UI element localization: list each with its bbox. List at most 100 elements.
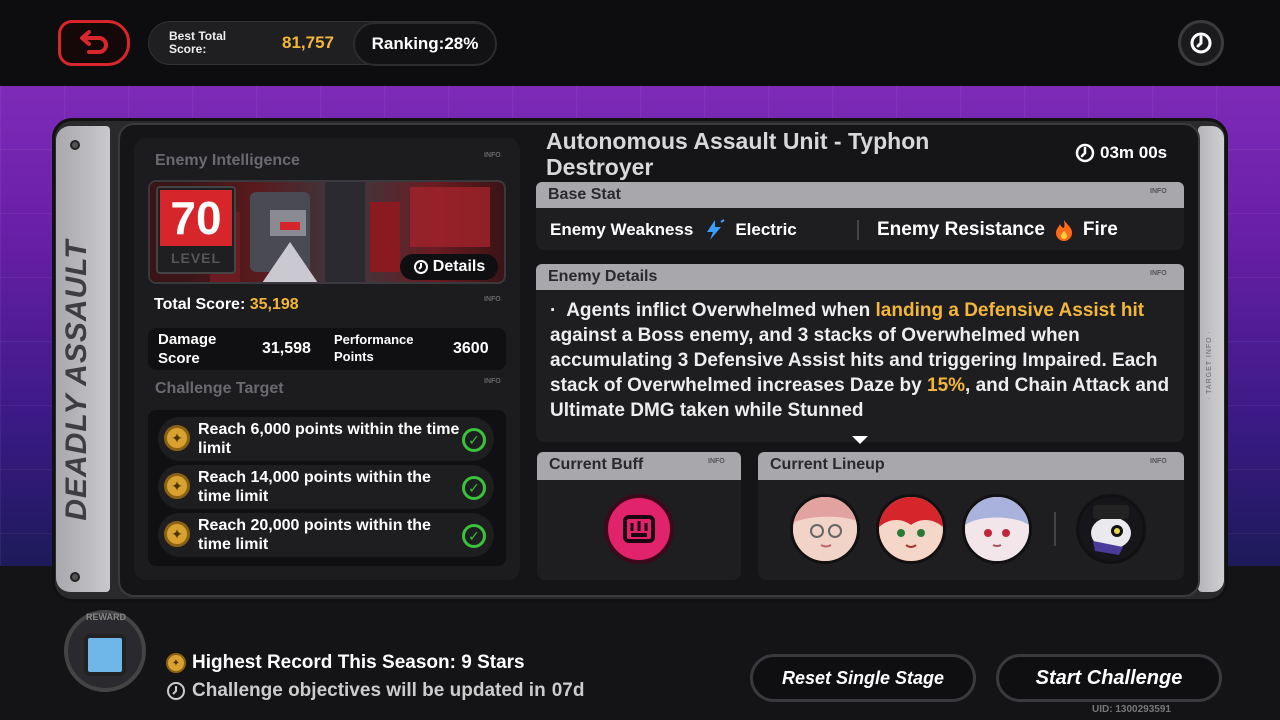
challenge-target-text: Reach 14,000 points within the time limi… — [198, 469, 431, 505]
level-badge: 70 LEVEL — [156, 186, 236, 274]
bangboo-portrait-icon — [1079, 497, 1143, 561]
check-icon: ✓ — [462, 476, 486, 500]
info-tag: INFO — [708, 458, 725, 465]
agent-portrait-icon — [879, 497, 943, 561]
info-tag: INFO — [484, 152, 501, 159]
enemy-details-title: Enemy Details — [548, 268, 658, 285]
uid-label: UID: 1300293591 — [1092, 704, 1171, 715]
damage-score-label: Damage Score — [158, 331, 217, 367]
right-strip-label: · TARGET INFO · — [1206, 330, 1213, 400]
lineup-divider — [1054, 512, 1056, 546]
enemy-details-header: Enemy Details — [536, 264, 1184, 290]
current-lineup-header: Current Lineup — [758, 452, 1184, 480]
challenge-target-title: Challenge Target — [155, 380, 284, 397]
info-tag: INFO — [484, 296, 501, 303]
agent-avatar-3[interactable] — [962, 494, 1032, 564]
bangboo-avatar[interactable] — [1076, 494, 1146, 564]
side-title: DEADLY ASSAULT — [60, 239, 93, 521]
agent-portrait-icon — [965, 497, 1029, 561]
info-tag: INFO — [1150, 270, 1167, 277]
star-icon: ✦ — [164, 521, 190, 547]
bolt-icon — [70, 140, 80, 150]
agent-portrait-icon — [793, 497, 857, 561]
total-score: Total Score: 35,198 — [154, 296, 299, 314]
scroll-down-icon[interactable] — [852, 436, 868, 444]
check-icon: ✓ — [462, 524, 486, 548]
details-highlight: landing a Defensive Assist hit — [875, 300, 1145, 321]
check-icon: ✓ — [462, 428, 486, 452]
best-score-value: 81,757 — [282, 33, 334, 52]
enemy-resistance: Enemy Resistance Fire — [877, 218, 1118, 242]
score-breakdown: Damage Score 31,598 Performance Points 3… — [148, 328, 506, 370]
resistance-label: Enemy Resistance — [877, 219, 1045, 240]
time-limit: 03m 00s — [1074, 142, 1167, 164]
clock-icon — [1075, 143, 1095, 163]
weakness-value: Electric — [735, 220, 797, 239]
buff-icon[interactable] — [604, 494, 674, 564]
challenge-targets: ✦ Reach 6,000 points within the time lim… — [148, 410, 506, 566]
reward-label: REWARD — [86, 612, 126, 622]
fist-icon — [623, 515, 655, 543]
agent-avatar-2[interactable] — [876, 494, 946, 564]
total-score-value: 35,198 — [249, 296, 299, 313]
details-highlight: 15% — [927, 375, 966, 396]
objectives-text: Challenge objectives will be updated in — [192, 680, 546, 701]
time-limit-value: 03m 00s — [1100, 143, 1168, 162]
bullet: · — [550, 300, 557, 321]
bolt-icon — [70, 572, 80, 582]
challenge-target-text: Reach 20,000 points within the time limi… — [198, 517, 431, 553]
challenge-target-text: Reach 6,000 points within the time limit — [198, 421, 460, 457]
level-number: 70 — [160, 190, 232, 246]
electric-icon — [707, 219, 725, 240]
agent-avatar-1[interactable] — [790, 494, 860, 564]
damage-score-value: 31,598 — [262, 340, 311, 357]
total-score-label: Total Score: — [154, 296, 246, 313]
enemy-details-text[interactable]: · Agents inflict Overwhelmed when landin… — [550, 298, 1170, 442]
ranking-badge: Ranking:28% — [353, 22, 497, 66]
start-button-label: Start Challenge — [1035, 666, 1183, 689]
base-stat-header: Base Stat — [536, 182, 1184, 208]
start-challenge-button[interactable]: Start Challenge — [996, 654, 1222, 702]
fire-icon — [1055, 220, 1072, 241]
resistance-value: Fire — [1082, 219, 1118, 240]
enemy-weakness: Enemy Weakness Electric — [550, 218, 797, 242]
details-button[interactable]: Details — [400, 254, 498, 280]
clock-icon — [1190, 32, 1212, 54]
reward-tv-icon — [84, 634, 126, 676]
clock-icon — [167, 682, 185, 700]
current-buff-title: Current Buff — [549, 456, 644, 473]
enemy-name: Autonomous Assault Unit - Typhon Destroy… — [546, 128, 930, 180]
info-tag: INFO — [1150, 188, 1167, 195]
objectives-days: 07d — [551, 680, 585, 701]
back-arrow-icon — [80, 30, 108, 54]
challenge-target-item: ✦ Reach 14,000 points within the time li… — [158, 465, 494, 509]
details-button-label: Details — [432, 258, 486, 275]
clock-icon — [413, 260, 428, 274]
back-button[interactable] — [58, 20, 130, 66]
star-icon: ✦ — [164, 425, 190, 451]
objectives-update: Challenge objectives will be updated in … — [166, 680, 584, 702]
best-score-pill: Best Total Score: 81,757 Ranking:28% — [148, 21, 497, 66]
details-segment: Agents inflict Overwhelmed when — [566, 300, 876, 321]
performance-points-value: 3600 — [453, 340, 489, 357]
info-tag: INFO — [484, 378, 501, 385]
info-tag: INFO — [1150, 458, 1167, 465]
current-buff-header: Current Buff — [537, 452, 741, 480]
challenge-target-item: ✦ Reach 6,000 points within the time lim… — [158, 417, 494, 461]
best-score-label: Best Total Score: — [169, 29, 227, 56]
challenge-target-item: ✦ Reach 20,000 points within the time li… — [158, 513, 494, 557]
reset-single-stage-button[interactable]: Reset Single Stage — [750, 654, 976, 702]
base-stat-title: Base Stat — [548, 186, 621, 203]
divider — [857, 220, 859, 240]
performance-points-label: Performance Points — [334, 332, 414, 364]
highest-record: ✦ Highest Record This Season: 9 Stars — [166, 652, 525, 674]
current-lineup-title: Current Lineup — [770, 456, 885, 473]
highest-record-text: Highest Record This Season: 9 Stars — [192, 652, 525, 673]
level-label: LEVEL — [170, 250, 222, 266]
star-icon: ✦ — [164, 473, 190, 499]
timer-button[interactable] — [1178, 20, 1224, 66]
enemy-intelligence-title: Enemy Intelligence — [155, 152, 300, 169]
reset-button-label: Reset Single Stage — [781, 667, 945, 688]
star-icon: ✦ — [166, 653, 186, 673]
weakness-label: Enemy Weakness — [550, 220, 694, 239]
